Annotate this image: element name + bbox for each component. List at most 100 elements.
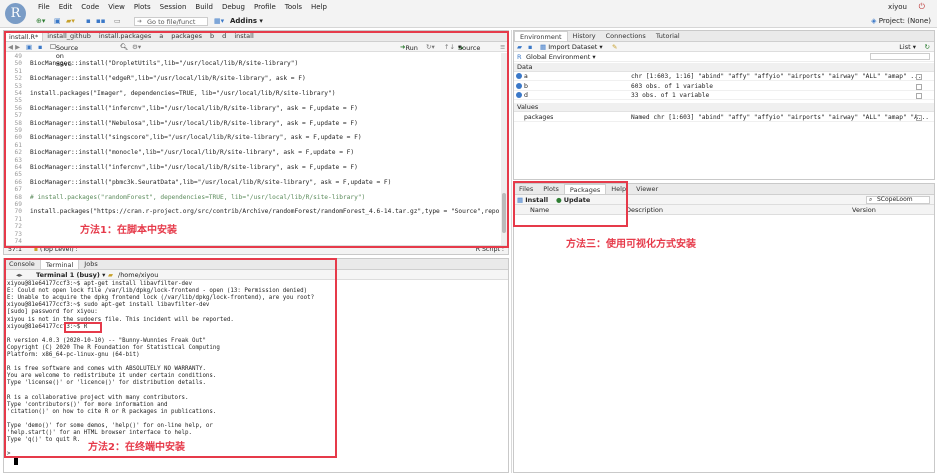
scope-level[interactable]: (Top Level) : xyxy=(40,246,78,253)
source-label: Source xyxy=(458,44,481,52)
env-row[interactable]: b 603 obs. of 1 variable xyxy=(514,82,934,91)
packages-tab-3[interactable]: Help xyxy=(606,184,631,194)
source-button[interactable]: ➜ Source ▾ xyxy=(458,43,480,52)
terminal-line: Type 'license()' or 'licence()' for dist… xyxy=(7,380,206,387)
save-workspace-icon[interactable]: ▪ xyxy=(528,43,532,51)
environment-tab-0[interactable]: Environment xyxy=(514,31,568,41)
show-in-window-icon[interactable]: ▣ xyxy=(26,43,32,51)
print-icon[interactable]: ▭ xyxy=(114,17,121,25)
view-icon[interactable] xyxy=(916,115,922,121)
environment-tab-2[interactable]: Connections xyxy=(601,31,651,41)
terminal-nav-icon[interactable]: ◂▸ xyxy=(16,271,23,279)
source-tab-5[interactable]: b xyxy=(206,31,218,41)
col-version[interactable]: Version xyxy=(852,206,876,214)
menu-item-edit[interactable]: Edit xyxy=(59,3,73,11)
menu-item-profile[interactable]: Profile xyxy=(254,3,276,11)
expand-icon[interactable] xyxy=(516,92,522,98)
line-text: BiocManager::install("singscore",lib="/u… xyxy=(30,134,362,142)
install-button[interactable]: ▦ Install xyxy=(517,196,548,204)
source-tab-3[interactable]: a xyxy=(155,31,167,41)
code-line: 56 BiocManager::install("infercnv",lib="/… xyxy=(4,105,358,113)
annotation-method3: 方法三：使用可视化方式安装 xyxy=(566,239,696,250)
search-icon[interactable]: 🔍︎ xyxy=(120,43,128,51)
project-label: Project: (None) xyxy=(878,17,931,25)
menu-item-file[interactable]: File xyxy=(38,3,50,11)
menu-item-plots[interactable]: Plots xyxy=(134,3,151,11)
environment-tab-3[interactable]: Tutorial xyxy=(651,31,685,41)
environment-search-input[interactable] xyxy=(870,53,930,60)
packages-tab-4[interactable]: Viewer xyxy=(631,184,663,194)
run-button[interactable]: ➜ Run xyxy=(400,43,418,52)
code-editor[interactable]: 49 50 BiocManager::install("DropletUtils",… xyxy=(4,53,500,246)
console-tabs: Console Terminal Jobs xyxy=(4,259,508,270)
terminal-line: xiyou@81e64177ccf3:~$ sudo apt-get insta… xyxy=(7,302,210,309)
addins-menu[interactable]: Addins ▾ xyxy=(230,17,263,25)
menu-item-build[interactable]: Build xyxy=(195,3,213,11)
view-icon[interactable] xyxy=(916,74,922,80)
env-row[interactable]: packages Named chr [1:603] "abind" "affy"… xyxy=(514,113,934,122)
save-icon[interactable]: ▪ xyxy=(86,17,91,25)
editor-scroll-thumb[interactable] xyxy=(502,193,506,233)
code-tools-icon[interactable]: ⚙▾ xyxy=(132,43,141,51)
broom-icon[interactable]: ✎ xyxy=(612,43,617,51)
list-view-button[interactable]: List ▾ xyxy=(899,43,916,51)
terminal-line: E: Unable to acquire the dpkg frontend l… xyxy=(7,295,315,302)
menu-item-session[interactable]: Session xyxy=(160,3,187,11)
update-button[interactable]: ● Update xyxy=(556,196,590,204)
source-on-save-checkbox[interactable]: ☐ Source on Save xyxy=(50,43,78,68)
line-text: BiocManager::install("edgeR",lib="/usr/l… xyxy=(30,75,306,83)
goto-file-input[interactable]: ➜ Go to file/funct xyxy=(134,17,208,26)
expand-icon[interactable] xyxy=(516,73,522,79)
expand-icon[interactable] xyxy=(516,82,522,89)
source-tab-7[interactable]: install xyxy=(230,31,257,41)
view-icon[interactable] xyxy=(916,93,922,99)
console-tab-0[interactable]: Console xyxy=(4,259,40,269)
col-description[interactable]: Description xyxy=(626,206,663,214)
vertical-splitter[interactable] xyxy=(511,30,512,473)
menu-item-code[interactable]: Code xyxy=(81,3,99,11)
grid-icon[interactable]: ▦▾ xyxy=(214,17,224,25)
console-tab-1[interactable]: Terminal xyxy=(39,259,80,269)
back-icon[interactable]: ◀ ▶ xyxy=(8,43,20,51)
save-source-icon[interactable]: ▪ xyxy=(38,43,42,51)
project-menu[interactable]: ◈ Project: (None) xyxy=(871,17,931,25)
line-text: BiocManager::install("monocle",lib="/usr… xyxy=(30,149,355,157)
menu-item-help[interactable]: Help xyxy=(311,3,327,11)
file-type[interactable]: R Script : xyxy=(476,246,504,254)
packages-tab-1[interactable]: Plots xyxy=(538,184,564,194)
terminal-select[interactable]: Terminal 1 (busy) ▾ xyxy=(36,271,105,279)
import-dataset-button[interactable]: ▦ Import Dataset ▾ xyxy=(540,43,603,51)
jump-icon[interactable]: ↑↓ xyxy=(444,43,455,51)
source-tab-2[interactable]: install.packages xyxy=(95,31,155,41)
col-name[interactable]: Name xyxy=(530,206,549,214)
source-tab-6[interactable]: d xyxy=(218,31,230,41)
packages-search-input[interactable]: ⌕ SCopeLoom xyxy=(866,196,930,204)
menu-item-tools[interactable]: Tools xyxy=(285,3,302,11)
view-icon[interactable] xyxy=(916,83,922,90)
environment-tab-1[interactable]: History xyxy=(568,31,601,41)
menu-item-view[interactable]: View xyxy=(108,3,125,11)
scope-select[interactable]: Global Environment ▾ xyxy=(526,53,596,61)
new-project-icon[interactable]: ▣ xyxy=(54,17,61,25)
editor-scrollbar[interactable] xyxy=(501,53,507,246)
source-tab-4[interactable]: packages xyxy=(167,31,206,41)
packages-tab-0[interactable]: Files xyxy=(514,184,538,194)
source-tab-1[interactable]: install_github xyxy=(43,31,95,41)
source-tab-0[interactable]: install.R* xyxy=(4,31,44,41)
new-file-icon[interactable]: ⊕▾ xyxy=(36,17,45,25)
open-file-icon[interactable]: ▰▾ xyxy=(66,17,75,25)
rerun-icon[interactable]: ↻▾ xyxy=(426,43,435,51)
menu-item-debug[interactable]: Debug xyxy=(222,3,245,11)
env-row[interactable]: d 33 obs. of 1 variable xyxy=(514,91,934,100)
user-name: xiyou xyxy=(888,3,907,11)
refresh-icon[interactable]: ↻ xyxy=(925,43,930,51)
load-workspace-icon[interactable]: ▰ xyxy=(517,43,522,51)
packages-tab-2[interactable]: Packages xyxy=(563,184,607,194)
power-icon[interactable]: ⏻ xyxy=(919,2,925,12)
code-line: 70 install.packages("https://cran.r-proje… xyxy=(4,208,500,216)
console-tab-2[interactable]: Jobs xyxy=(79,259,102,269)
data-section-header: Data xyxy=(514,63,934,72)
outline-icon[interactable]: ≡ xyxy=(500,43,505,51)
env-row[interactable]: a chr [1:603, 1:16] "abind" "affy" "affyi… xyxy=(514,72,934,81)
save-all-icon[interactable]: ▪▪ xyxy=(96,17,106,25)
